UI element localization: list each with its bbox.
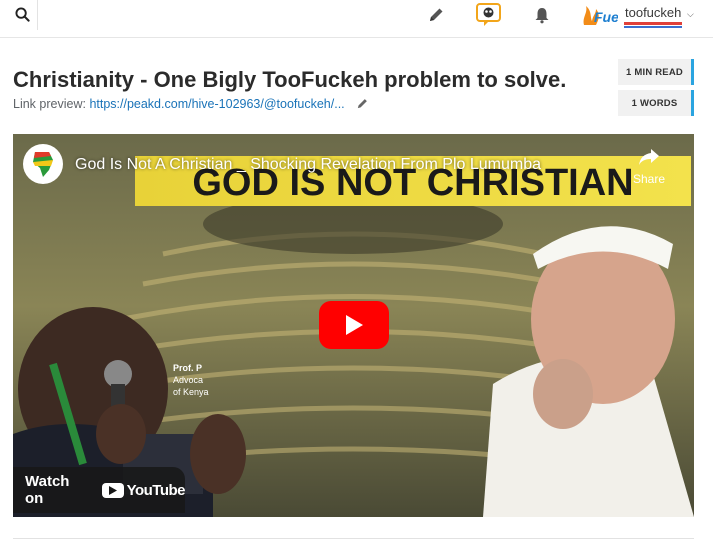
video-title[interactable]: God Is Not A Christian _ Shocking Revela… xyxy=(75,156,541,174)
fuel-logo[interactable]: Fuel xyxy=(582,3,624,27)
notifications-button[interactable] xyxy=(530,4,554,26)
user-underline-red xyxy=(624,22,682,25)
word-count-badge: 1 WORDS xyxy=(618,90,694,116)
logo-text: Fuel xyxy=(594,9,618,25)
caption-line-2: Advoca xyxy=(173,375,204,385)
channel-avatar[interactable] xyxy=(23,144,63,184)
fuel-logo-icon: Fuel xyxy=(583,6,624,25)
search-button[interactable] xyxy=(0,0,38,30)
caption-line-1: Prof. P xyxy=(173,363,203,373)
min-read-badge: 1 MIN READ xyxy=(618,59,694,85)
link-preview: Link preview: https://peakd.com/hive-102… xyxy=(13,97,369,113)
top-bar: Fuel toofuckeh ⌵ xyxy=(0,0,713,38)
youtube-logo: YouTube xyxy=(101,481,186,499)
play-icon xyxy=(346,315,363,335)
youtube-wordmark: YouTube xyxy=(126,481,186,499)
watch-on-youtube-button[interactable]: Watch on YouTube xyxy=(13,467,186,513)
divider xyxy=(13,538,694,539)
watch-on-label: Watch on xyxy=(25,473,70,507)
share-label: Share xyxy=(632,172,666,186)
pencil-icon xyxy=(430,8,443,21)
africa-map-icon xyxy=(24,145,62,183)
play-button[interactable] xyxy=(319,301,389,349)
share-button[interactable]: Share xyxy=(627,148,671,186)
user-underline-blue xyxy=(624,26,682,28)
search-icon xyxy=(15,7,30,22)
youtube-play-icon xyxy=(101,482,124,498)
post-title: Christianity - One Bigly TooFuckeh probl… xyxy=(13,67,567,92)
username-label[interactable]: toofuckeh xyxy=(625,5,681,20)
bell-icon xyxy=(535,8,549,24)
chat-badge-icon xyxy=(476,3,501,26)
chevron-down-icon[interactable]: ⌵ xyxy=(687,9,694,20)
write-post-button[interactable] xyxy=(424,4,448,26)
link-preview-label: Link preview: xyxy=(13,97,86,111)
share-arrow-icon xyxy=(639,149,659,165)
lower-third-caption: Prof. P Advoca of Kenya xyxy=(173,362,209,398)
hivebuzz-button[interactable] xyxy=(476,3,502,26)
caption-line-3: of Kenya xyxy=(173,387,209,397)
link-preview-url[interactable]: https://peakd.com/hive-102963/@toofuckeh… xyxy=(89,97,344,111)
youtube-embed[interactable]: GOD IS NOT CHRISTIAN God Is Not A Christ… xyxy=(13,134,694,517)
edit-link-pencil-icon[interactable] xyxy=(356,97,369,113)
